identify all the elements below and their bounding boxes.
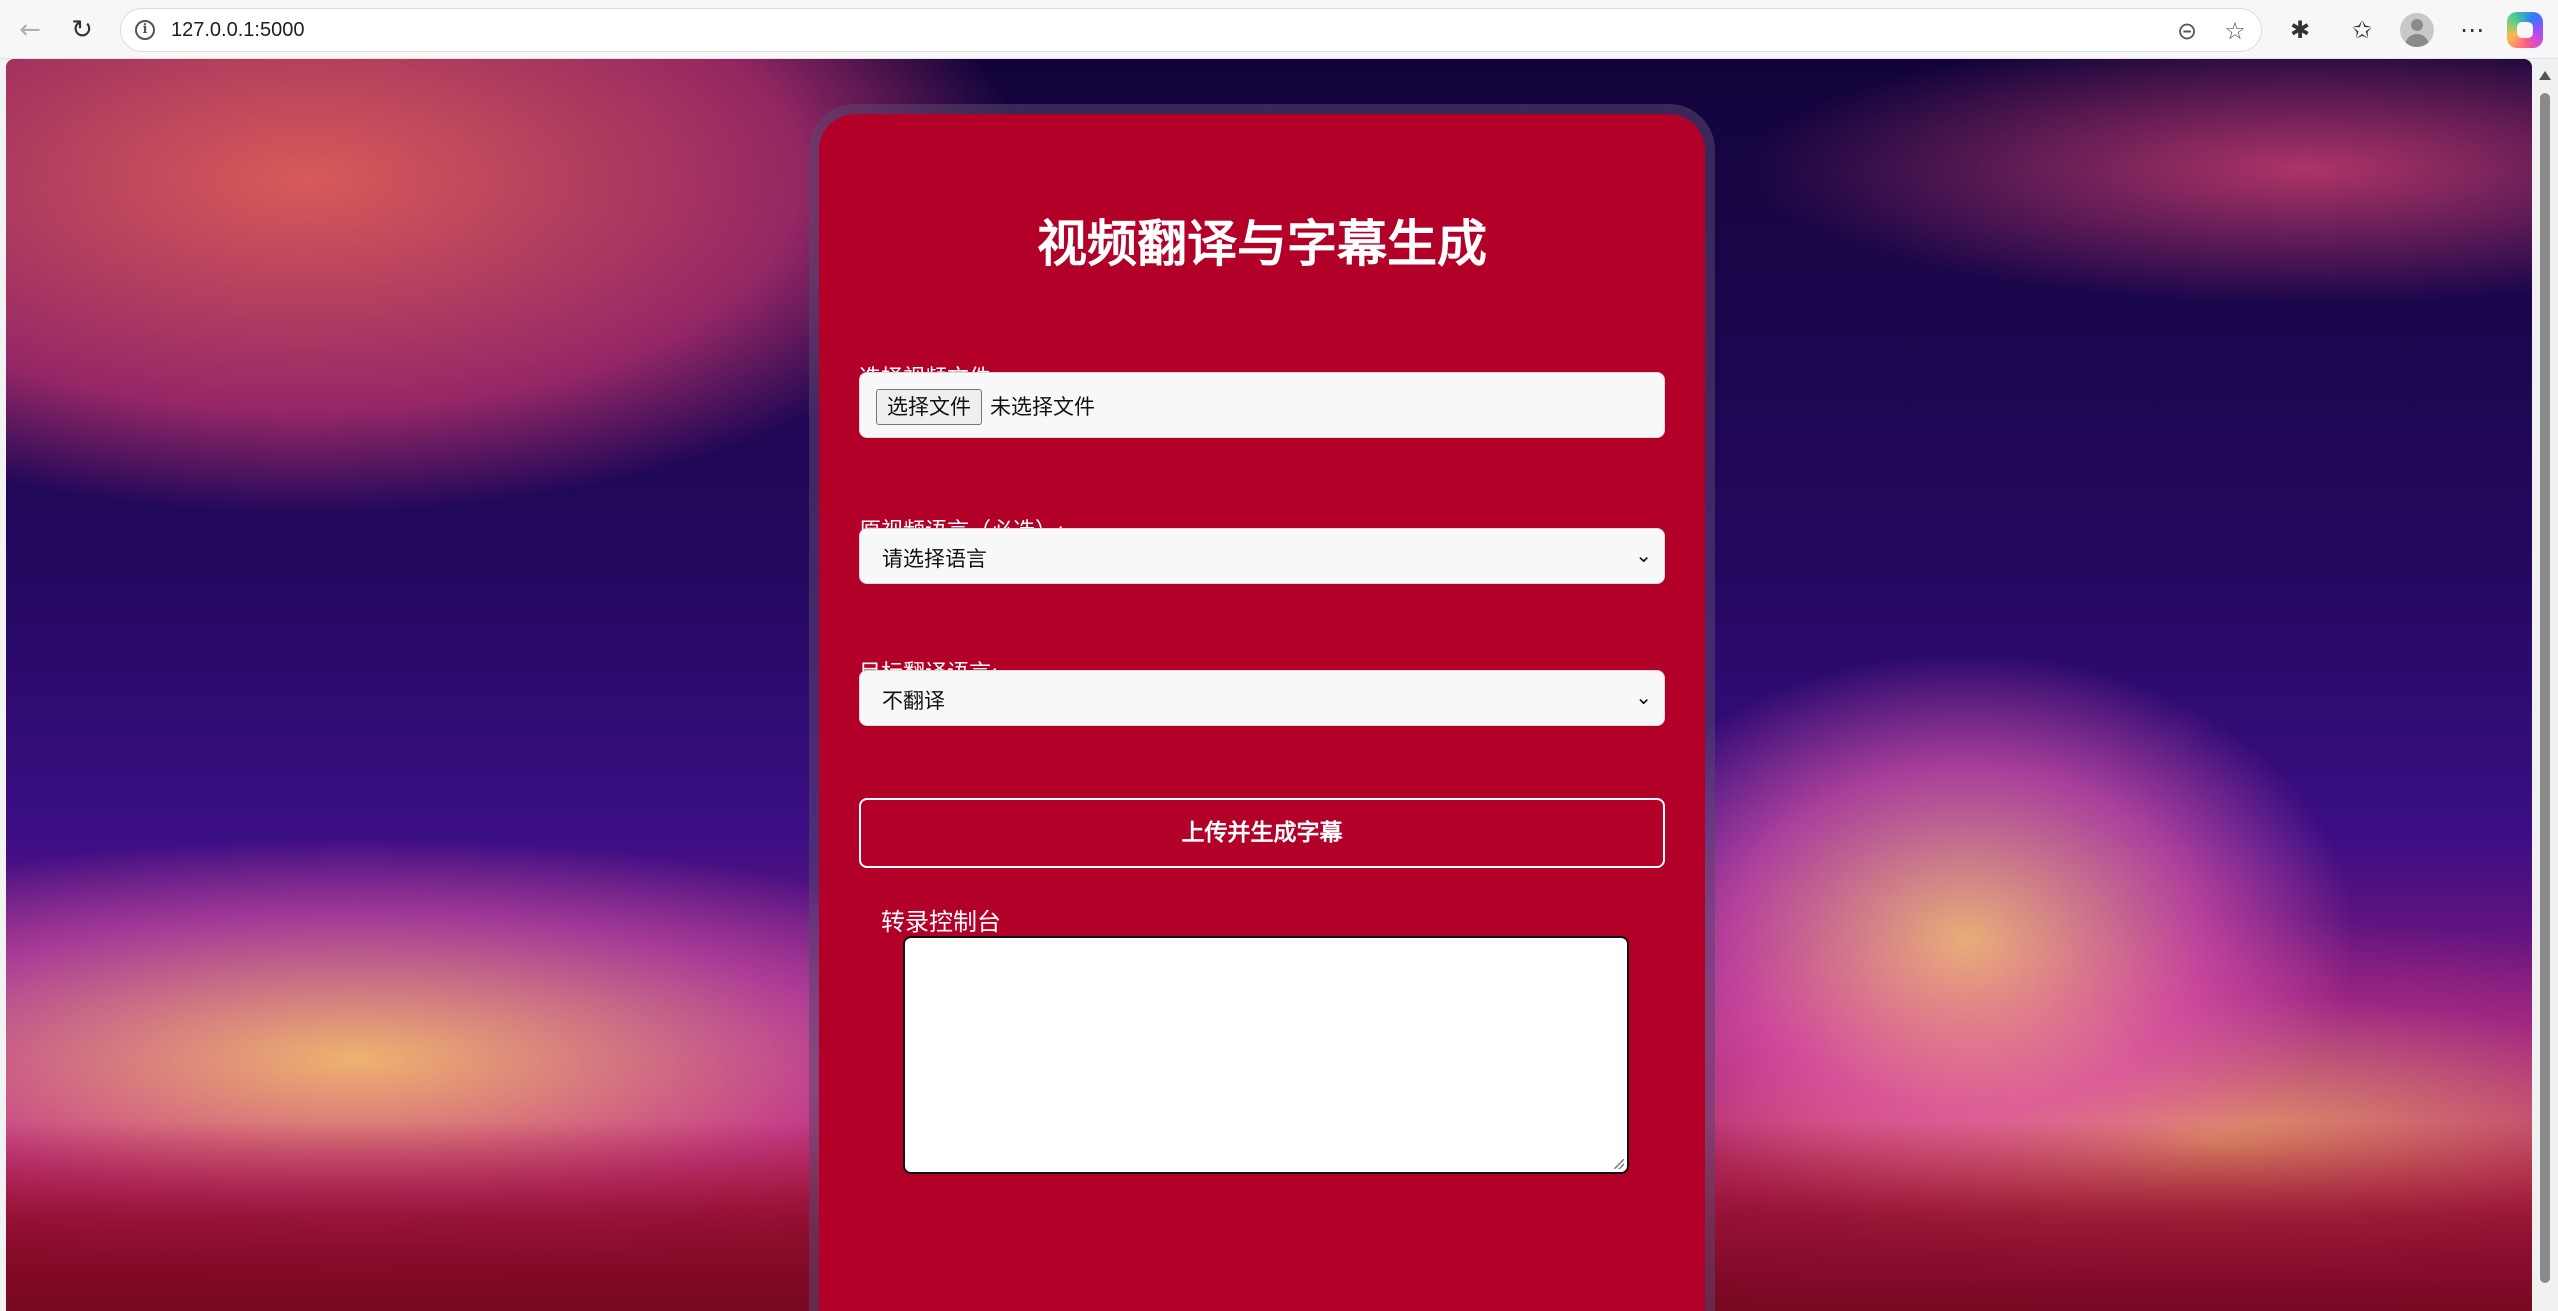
scrollbar-thumb[interactable] — [2540, 93, 2550, 1283]
chevron-down-icon: ⌄ — [1635, 685, 1652, 709]
browser-toolbar: ← ↻ i 127.0.0.1:5000 ⊝ ☆ ✱ ✩ ⋯ — [0, 0, 2558, 59]
scroll-up-arrow-icon[interactable] — [2539, 71, 2551, 80]
more-icon[interactable]: ⋯ — [2456, 14, 2488, 46]
page-title: 视频翻译与字幕生成 — [1037, 215, 1487, 273]
console-text — [905, 938, 1627, 958]
chevron-down-icon: ⌄ — [1635, 543, 1652, 567]
back-arrow-icon[interactable]: ← — [14, 14, 46, 46]
transcription-console-textarea[interactable] — [903, 936, 1629, 1174]
reload-icon[interactable]: ↻ — [66, 14, 98, 46]
favorites-icon[interactable]: ✩ — [2346, 14, 2378, 46]
form-card: 视频翻译与字幕生成 选择视频文件: 选择文件 未选择文件 原视频语言（必选）: … — [819, 114, 1705, 1311]
target-language-value: 不翻译 — [882, 689, 945, 713]
file-input[interactable]: 选择文件 未选择文件 — [859, 372, 1665, 438]
puzzle-icon[interactable]: ✱ — [2284, 14, 2316, 46]
address-bar[interactable]: i 127.0.0.1:5000 ⊝ ☆ — [120, 8, 2262, 52]
resize-handle-icon[interactable] — [1614, 1159, 1624, 1169]
avatar[interactable] — [2400, 13, 2434, 47]
page-background: 视频翻译与字幕生成 选择视频文件: 选择文件 未选择文件 原视频语言（必选）: … — [6, 59, 2532, 1311]
source-language-select[interactable]: 请选择语言 ⌄ — [859, 528, 1665, 584]
choose-file-button[interactable]: 选择文件 — [876, 389, 982, 425]
url-text[interactable]: 127.0.0.1:5000 — [171, 19, 304, 42]
info-icon[interactable]: i — [135, 20, 155, 40]
upload-generate-button[interactable]: 上传并生成字幕 — [859, 798, 1665, 868]
source-language-value: 请选择语言 — [882, 547, 987, 571]
star-icon[interactable]: ☆ — [2221, 17, 2249, 45]
page-scrollbar[interactable] — [2532, 59, 2558, 1311]
copilot-icon[interactable] — [2507, 12, 2543, 48]
file-status-text: 未选择文件 — [990, 395, 1095, 419]
form-card-frame: 视频翻译与字幕生成 选择视频文件: 选择文件 未选择文件 原视频语言（必选）: … — [809, 104, 1715, 1311]
target-language-select[interactable]: 不翻译 ⌄ — [859, 670, 1665, 726]
console-title: 转录控制台 — [881, 908, 1001, 936]
zoom-out-icon[interactable]: ⊝ — [2173, 17, 2201, 45]
